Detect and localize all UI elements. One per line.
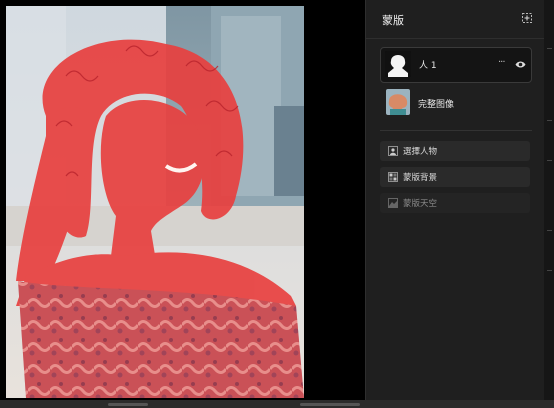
full-image-thumbnail — [386, 89, 410, 115]
select-person-label: 選擇人物 — [403, 147, 438, 157]
panel-divider — [380, 130, 532, 131]
eye-icon[interactable] — [515, 60, 526, 69]
portrait-image — [6, 6, 304, 398]
masks-panel: 蒙版 人 1 ··· 完整图像 選擇人物 蒙版背景 蒙版天空 — [365, 0, 544, 400]
panel-title: 蒙版 — [382, 14, 404, 27]
mask-layer-label: 完整图像 — [418, 100, 455, 110]
mask-sky-button[interactable]: 蒙版天空 — [380, 193, 530, 213]
mask-layer-full-image[interactable]: 完整图像 — [380, 87, 530, 121]
masked-portrait-photo[interactable] — [6, 6, 304, 398]
more-options-icon[interactable]: ··· — [498, 57, 505, 68]
right-scroll-strip[interactable] — [544, 0, 554, 408]
mask-background-button[interactable]: 蒙版背景 — [380, 167, 530, 187]
add-mask-icon[interactable] — [522, 13, 532, 23]
mask-sky-icon — [388, 198, 398, 208]
person-mask-thumbnail — [385, 51, 411, 77]
scroll-handle[interactable] — [300, 403, 360, 406]
select-person-icon — [388, 146, 398, 156]
mask-background-label: 蒙版背景 — [403, 173, 438, 183]
mask-sky-label: 蒙版天空 — [403, 199, 438, 209]
image-canvas[interactable] — [0, 0, 365, 408]
bottom-toolbar — [0, 400, 554, 408]
scroll-handle[interactable] — [108, 403, 148, 406]
select-person-button[interactable]: 選擇人物 — [380, 141, 530, 161]
panel-header: 蒙版 — [366, 0, 544, 39]
mask-layer-person-1[interactable]: 人 1 ··· — [380, 47, 532, 83]
mask-layer-label: 人 1 — [419, 61, 437, 71]
mask-background-icon — [388, 172, 398, 182]
